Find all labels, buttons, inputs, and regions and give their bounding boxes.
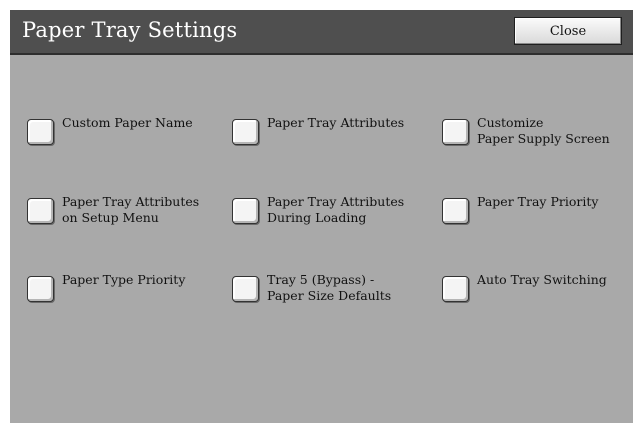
checkbox[interactable] (442, 276, 469, 302)
option-label: Tray 5 (Bypass) - Paper Size Defaults (267, 272, 392, 303)
checkbox[interactable] (27, 198, 54, 224)
option-label: Paper Tray Attributes (267, 115, 405, 130)
option-auto-tray-switching[interactable]: Auto Tray Switching (442, 271, 607, 302)
option-label: Paper Tray Attributes During Loading (267, 194, 405, 225)
option-label: Custom Paper Name (62, 115, 193, 130)
checkbox[interactable] (232, 198, 259, 224)
option-label: Customize Paper Supply Screen (477, 115, 610, 146)
option-customize-paper-supply-screen[interactable]: Customize Paper Supply Screen (442, 114, 610, 147)
checkbox[interactable] (232, 276, 259, 302)
option-paper-tray-priority[interactable]: Paper Tray Priority (442, 193, 598, 224)
settings-screen: Paper Tray Settings Close Custom Paper N… (10, 10, 633, 423)
checkbox[interactable] (27, 119, 54, 145)
option-paper-type-priority[interactable]: Paper Type Priority (27, 271, 185, 302)
checkbox[interactable] (27, 276, 54, 302)
option-tray5-bypass-paper-size-defaults[interactable]: Tray 5 (Bypass) - Paper Size Defaults (232, 271, 391, 304)
option-custom-paper-name[interactable]: Custom Paper Name (27, 114, 193, 145)
title-bar: Paper Tray Settings Close (10, 10, 633, 55)
option-paper-tray-attributes-on-setup-menu[interactable]: Paper Tray Attributes on Setup Menu (27, 193, 199, 226)
page-title: Paper Tray Settings (22, 18, 238, 42)
option-label: Paper Tray Priority (477, 194, 599, 209)
checkbox[interactable] (232, 119, 259, 145)
checkbox[interactable] (442, 198, 469, 224)
option-paper-tray-attributes[interactable]: Paper Tray Attributes (232, 114, 404, 145)
option-label: Paper Tray Attributes on Setup Menu (62, 194, 200, 225)
option-paper-tray-attributes-during-loading[interactable]: Paper Tray Attributes During Loading (232, 193, 404, 226)
option-label: Auto Tray Switching (477, 272, 607, 287)
option-label: Paper Type Priority (62, 272, 186, 287)
checkbox[interactable] (442, 119, 469, 145)
close-button[interactable]: Close (514, 17, 622, 45)
